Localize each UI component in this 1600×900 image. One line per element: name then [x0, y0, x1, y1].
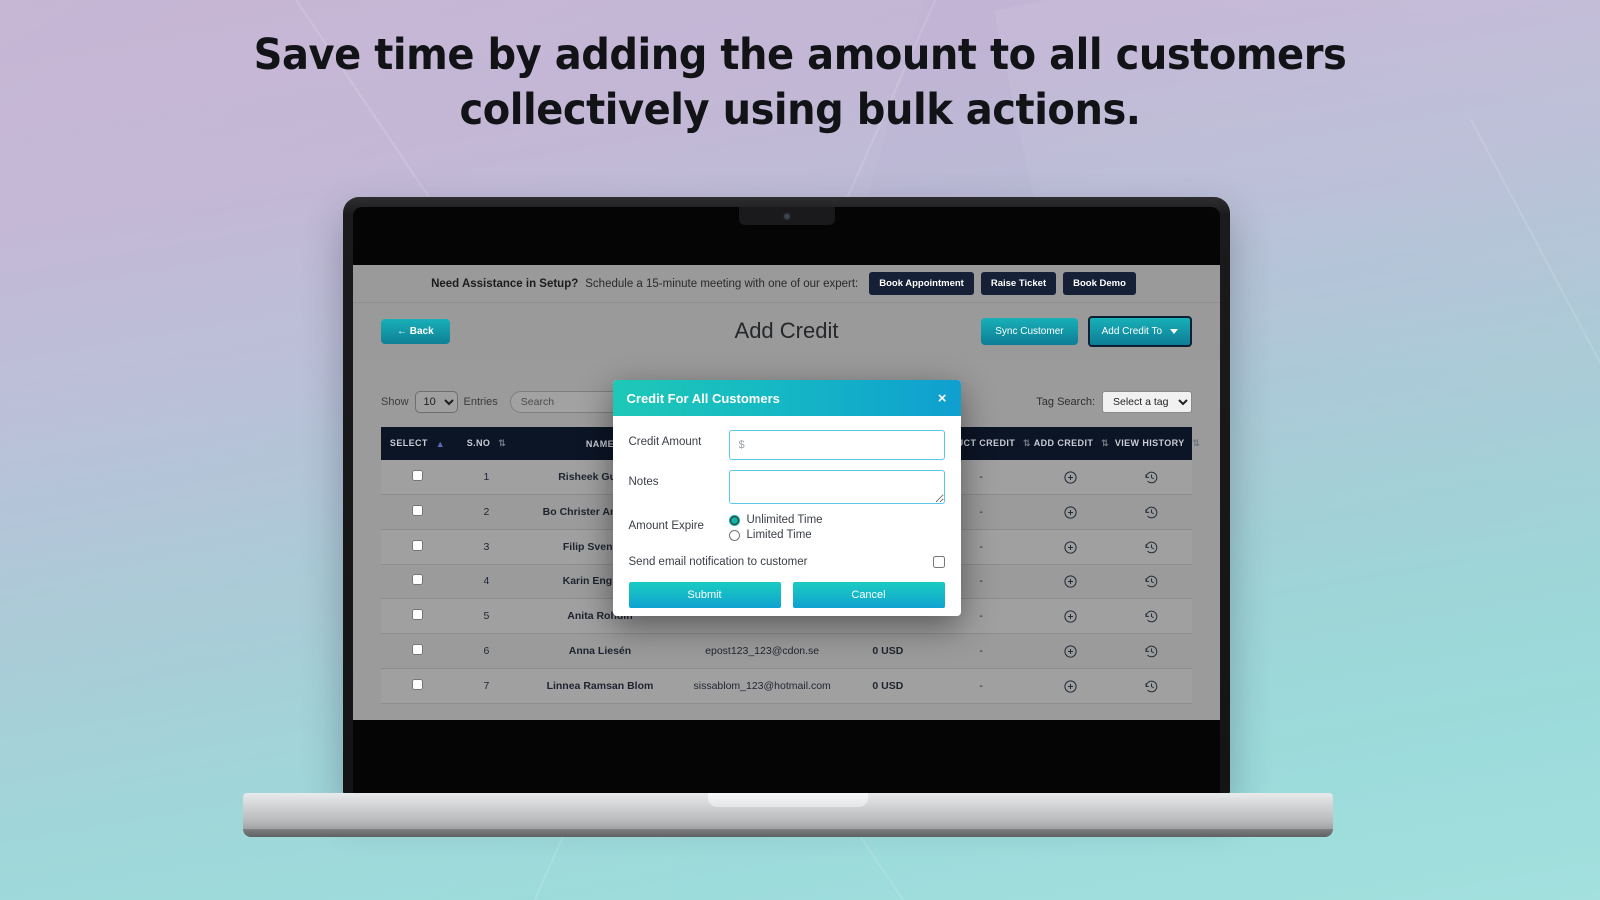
credit-amount-row: Credit Amount	[629, 430, 945, 460]
email-notification-checkbox[interactable]	[932, 556, 945, 568]
limited-time-option[interactable]: Limited Time	[728, 529, 945, 541]
notes-textarea[interactable]	[728, 470, 945, 504]
webcam-notch	[738, 207, 835, 225]
limited-time-radio[interactable]	[728, 529, 740, 541]
submit-button[interactable]: Submit	[628, 582, 781, 608]
unlimited-time-option[interactable]: Unlimited Time	[728, 514, 945, 526]
credit-for-all-customers-modal: Credit For All Customers × Credit Amount…	[612, 380, 961, 616]
modal-body: Credit Amount Notes Amount Expire	[613, 416, 961, 616]
modal-header: Credit For All Customers ×	[612, 380, 961, 416]
laptop-lid: Need Assistance in Setup? Schedule a 15-…	[343, 197, 1230, 797]
laptop-base-edge	[243, 829, 1333, 837]
chevron-down-icon	[1170, 328, 1178, 334]
unlimited-time-label[interactable]: Unlimited Time	[747, 514, 823, 526]
laptop-base	[243, 793, 1333, 837]
add-credit-to-label: Add Credit To	[1101, 325, 1162, 337]
modal-actions: Submit Cancel	[628, 582, 945, 608]
limited-time-label[interactable]: Limited Time	[747, 529, 812, 541]
amount-expire-options: Unlimited Time Limited Time	[728, 514, 945, 544]
sync-customer-button[interactable]: Sync Customer	[981, 317, 1078, 345]
notes-label: Notes	[628, 476, 659, 488]
app-screen: Need Assistance in Setup? Schedule a 15-…	[353, 265, 1220, 720]
background-line-3	[1470, 119, 1600, 900]
credit-amount-label: Credit Amount	[628, 436, 702, 448]
unlimited-time-radio[interactable]	[728, 514, 740, 526]
laptop-mockup: Need Assistance in Setup? Schedule a 15-…	[243, 197, 1333, 837]
notes-row: Notes	[629, 470, 945, 504]
header-actions: Sync Customer Add Credit To	[981, 315, 1192, 347]
webcam-icon	[784, 214, 789, 219]
close-icon[interactable]: ×	[938, 391, 947, 406]
credit-amount-input[interactable]	[728, 430, 945, 460]
email-notification-label: Send email notification to customer	[628, 556, 808, 568]
email-notification-row: Send email notification to customer	[629, 556, 945, 568]
cancel-button[interactable]: Cancel	[792, 582, 945, 608]
modal-title: Credit For All Customers	[626, 390, 780, 406]
poster-canvas: Save time by adding the amount to all cu…	[0, 0, 1600, 900]
amount-expire-row: Amount Expire Unlimited Time Limited Tim…	[629, 514, 945, 544]
amount-expire-label: Amount Expire	[628, 520, 704, 532]
laptop-bezel: Need Assistance in Setup? Schedule a 15-…	[353, 207, 1220, 797]
add-credit-to-button[interactable]: Add Credit To	[1087, 315, 1192, 347]
page-title: Save time by adding the amount to all cu…	[253, 30, 1347, 136]
